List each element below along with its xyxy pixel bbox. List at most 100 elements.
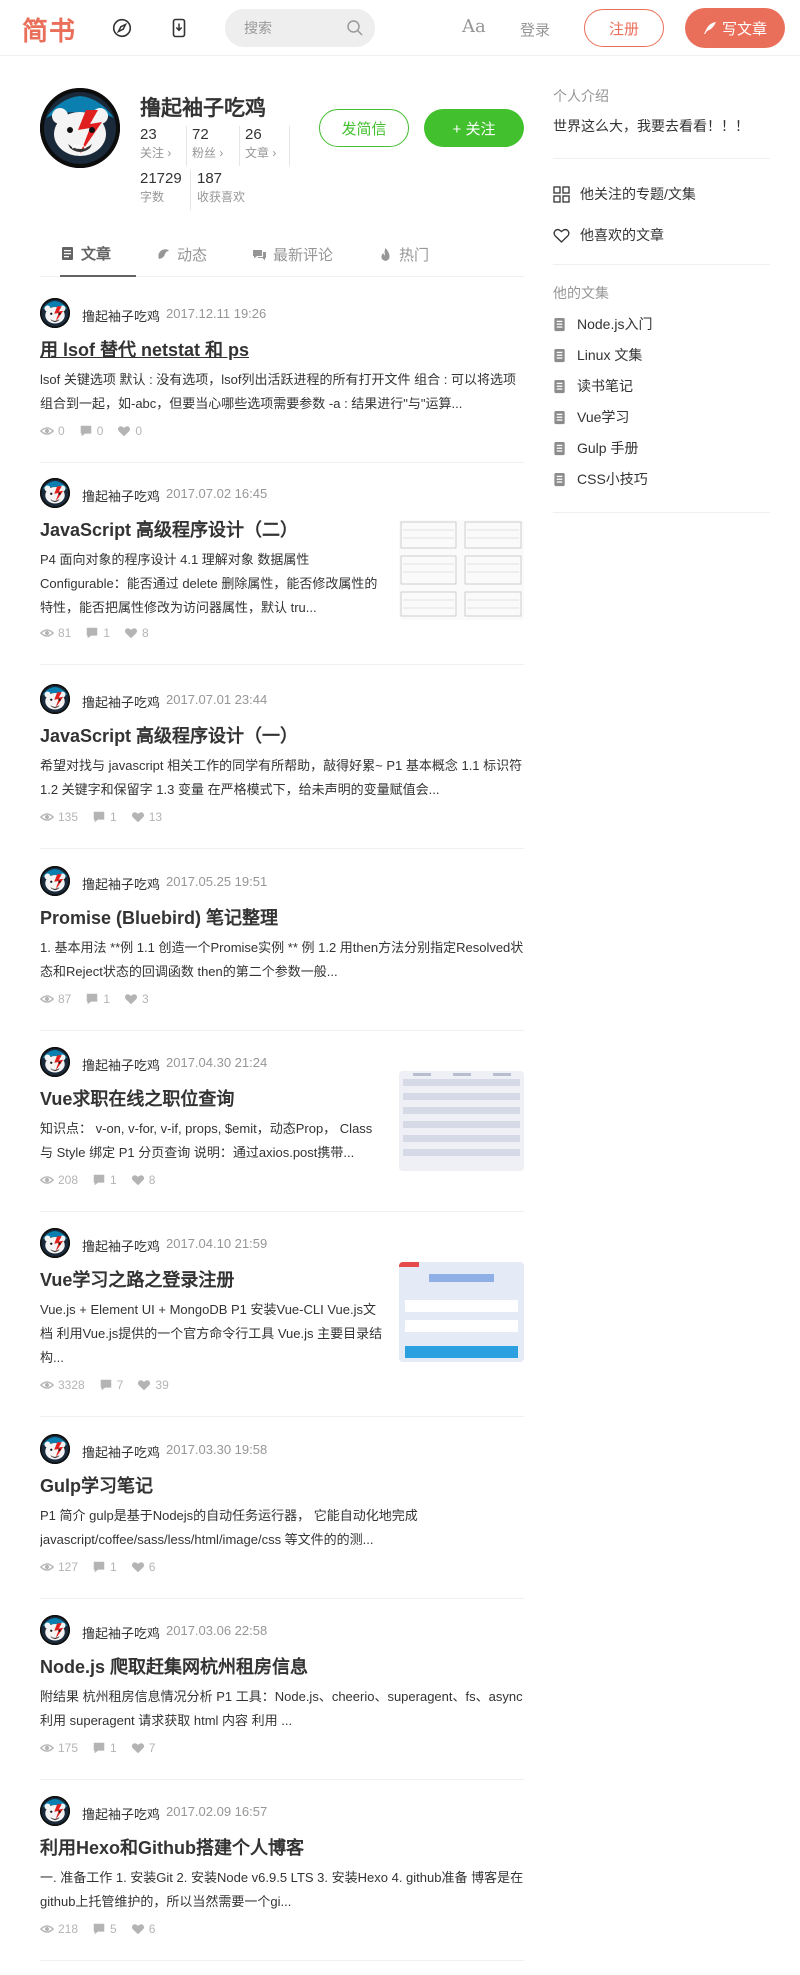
- tab-articles[interactable]: 文章: [60, 232, 136, 277]
- author-name[interactable]: 撸起袖子吃鸡: [82, 1804, 160, 1823]
- views-num: 87: [58, 992, 72, 1006]
- profile-name[interactable]: 撸起袖子吃鸡: [140, 92, 266, 122]
- likes-num: 8: [142, 626, 149, 640]
- jianshu-logo[interactable]: 简书: [22, 11, 76, 48]
- notebook-icon: [553, 379, 567, 394]
- author-name[interactable]: 撸起袖子吃鸡: [82, 1623, 160, 1642]
- collection-item[interactable]: Linux 文集: [553, 345, 642, 365]
- author-name[interactable]: 撸起袖子吃鸡: [82, 1442, 160, 1461]
- tab-hot[interactable]: 热门: [378, 232, 429, 277]
- search-box[interactable]: [225, 9, 375, 47]
- stat-followers[interactable]: 72 粉丝 ›: [192, 126, 240, 166]
- download-app-icon[interactable]: [167, 16, 191, 40]
- views-count: 218: [40, 1922, 78, 1936]
- likes-count: 8: [131, 1173, 155, 1187]
- followed-collections-link[interactable]: 他关注的专题/文集: [553, 184, 696, 204]
- grid-icon: [553, 185, 570, 203]
- collection-item[interactable]: CSS小技巧: [553, 469, 648, 489]
- author-avatar[interactable]: [40, 866, 70, 896]
- article-title[interactable]: Vue求职在线之职位查询: [40, 1085, 234, 1111]
- author-avatar[interactable]: [40, 1434, 70, 1464]
- comments-count[interactable]: 1: [85, 626, 110, 640]
- article-title[interactable]: Gulp学习笔记: [40, 1472, 153, 1498]
- author-name[interactable]: 撸起袖子吃鸡: [82, 1236, 160, 1255]
- author-avatar[interactable]: [40, 478, 70, 508]
- article-title[interactable]: 用 lsof 替代 netstat 和 ps: [40, 336, 249, 362]
- collection-item[interactable]: Node.js入门: [553, 314, 652, 334]
- collection-item[interactable]: 读书笔记: [553, 376, 633, 396]
- collection-item[interactable]: Gulp 手册: [553, 438, 638, 458]
- author-name[interactable]: 撸起袖子吃鸡: [82, 692, 160, 711]
- likes-count: 6: [131, 1922, 155, 1936]
- article-title[interactable]: JavaScript 高级程序设计（二）: [40, 516, 298, 542]
- author-name[interactable]: 撸起袖子吃鸡: [82, 306, 160, 325]
- collection-item[interactable]: Vue学习: [553, 407, 629, 427]
- comments-num: 1: [110, 1560, 117, 1574]
- article-thumbnail[interactable]: [399, 1262, 524, 1362]
- tab-activity[interactable]: 动态: [156, 232, 207, 277]
- article-title[interactable]: 利用Hexo和Github搭建个人博客: [40, 1834, 304, 1860]
- article-icon: [62, 247, 73, 260]
- author-avatar[interactable]: [40, 1615, 70, 1645]
- comments-count[interactable]: 1: [85, 992, 110, 1006]
- profile-avatar[interactable]: [40, 88, 120, 168]
- author-name[interactable]: 撸起袖子吃鸡: [82, 486, 160, 505]
- tab-latest-comments[interactable]: 最新评论: [252, 232, 333, 277]
- views-count: 3328: [40, 1378, 85, 1392]
- author-avatar[interactable]: [40, 1047, 70, 1077]
- comments-num: 1: [110, 1741, 117, 1755]
- comments-count[interactable]: 1: [92, 810, 117, 824]
- author-avatar[interactable]: [40, 1796, 70, 1826]
- author-name[interactable]: 撸起袖子吃鸡: [82, 874, 160, 893]
- publish-time: 2017.07.02 16:45: [166, 486, 268, 501]
- eye-icon: [40, 1741, 54, 1755]
- login-link[interactable]: 登录: [520, 19, 550, 40]
- comments-count[interactable]: 7: [99, 1378, 124, 1392]
- write-article-button[interactable]: 写文章: [685, 8, 785, 48]
- article-title[interactable]: Promise (Bluebird) 笔记整理: [40, 904, 278, 930]
- search-icon[interactable]: [346, 19, 364, 37]
- comments-count[interactable]: 1: [92, 1741, 117, 1755]
- author-avatar[interactable]: [40, 1228, 70, 1258]
- article-title[interactable]: Vue学习之路之登录注册: [40, 1266, 234, 1292]
- comments-count[interactable]: 1: [92, 1173, 117, 1187]
- font-settings-button[interactable]: Aa: [462, 16, 486, 37]
- article-meta: 208 1 8: [40, 1173, 169, 1187]
- likes-count: 39: [137, 1378, 169, 1392]
- comment-bubble-icon: [92, 810, 106, 824]
- article-thumbnail[interactable]: [399, 520, 524, 620]
- views-num: 135: [58, 810, 79, 824]
- likes-count: 0: [117, 424, 142, 438]
- search-input[interactable]: [244, 10, 344, 46]
- collections-title: 他的文集: [553, 285, 609, 301]
- top-nav: 简书 Aa 登录 注册 写文章: [0, 0, 800, 56]
- views-count: 0: [40, 424, 65, 438]
- stat-articles[interactable]: 26 文章 ›: [245, 126, 290, 166]
- author-avatar[interactable]: [40, 298, 70, 328]
- comments-num: 7: [116, 1378, 124, 1392]
- stat-following[interactable]: 23 关注 ›: [140, 126, 187, 166]
- article-item: 撸起袖子吃鸡 2017.04.10 21:59 Vue学习之路之登录注册 Vue…: [40, 1228, 524, 1417]
- compass-icon[interactable]: [110, 16, 134, 40]
- author-name[interactable]: 撸起袖子吃鸡: [82, 1055, 160, 1074]
- follow-button[interactable]: + 关注: [424, 109, 524, 147]
- comments-count[interactable]: 1: [92, 1560, 117, 1574]
- article-abstract: 附结果 杭州租房信息情况分析 P1 工具：Node.js、cheerio、sup…: [40, 1689, 523, 1728]
- liked-articles-link[interactable]: 他喜欢的文章: [553, 225, 664, 245]
- comments-count[interactable]: 5: [92, 1922, 117, 1936]
- article-title[interactable]: JavaScript 高级程序设计（一）: [40, 722, 298, 748]
- send-message-button[interactable]: 发简信: [319, 109, 409, 147]
- stat-likes: 187 收获喜欢: [197, 170, 267, 210]
- register-button[interactable]: 注册: [584, 9, 664, 47]
- views-count: 127: [40, 1560, 78, 1574]
- intro-text: 世界这么大，我要去看看！！！: [553, 118, 749, 134]
- comments-count[interactable]: 0: [79, 424, 103, 438]
- stat-followers-num: 72: [192, 126, 209, 143]
- comments-num: 1: [110, 1173, 117, 1187]
- article-title[interactable]: Node.js 爬取赶集网杭州租房信息: [40, 1653, 308, 1679]
- likes-num: 3: [142, 992, 149, 1006]
- collection-label: Gulp 手册: [577, 440, 639, 456]
- article-thumbnail[interactable]: [399, 1071, 524, 1171]
- author-avatar[interactable]: [40, 684, 70, 714]
- publish-time: 2017.03.30 19:58: [166, 1442, 268, 1457]
